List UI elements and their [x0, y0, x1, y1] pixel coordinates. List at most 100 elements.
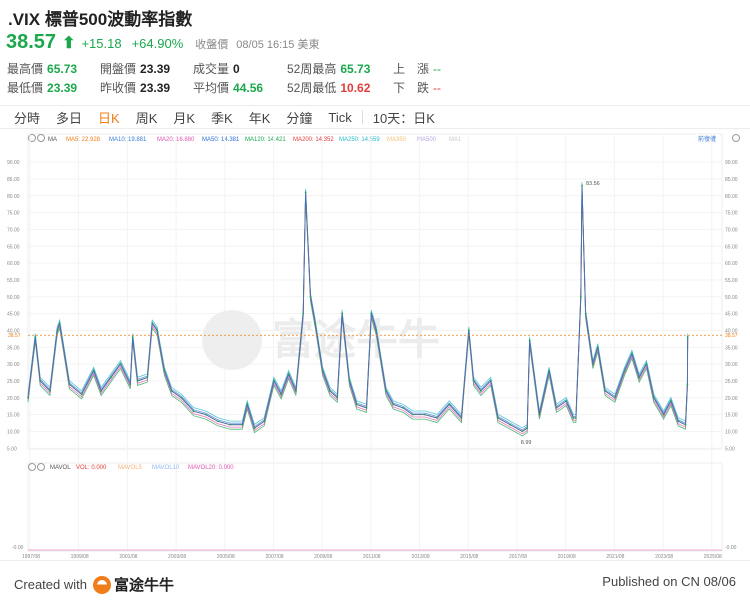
peak-annotation: 83.56 [586, 181, 600, 187]
stat-9: 下 跌 -- [393, 79, 441, 96]
tab-8[interactable]: Tick [320, 110, 359, 125]
tab-5[interactable]: 季K [203, 108, 241, 127]
vix-point [480, 390, 482, 392]
vol-settings-icon[interactable] [37, 463, 45, 471]
vix-point [34, 336, 37, 339]
tab-9[interactable]: 10天：日K [365, 108, 443, 127]
vix-point [309, 295, 312, 298]
tab-0[interactable]: 分時 [6, 108, 48, 127]
vix-point [263, 420, 266, 423]
vix-point [68, 383, 71, 386]
ma-legend-item: MA1 [449, 137, 462, 143]
vix-point [538, 413, 541, 416]
y-tick-label-right: 90.00 [725, 160, 738, 166]
last-price: 38.57 [6, 31, 57, 53]
ma-legend-item: MA350 [387, 137, 407, 143]
stat-7: 平均價 44.56 [193, 79, 263, 96]
tab-7[interactable]: 分鐘 [278, 108, 320, 127]
vix-point [548, 369, 550, 372]
chart-menu-icon[interactable] [732, 134, 740, 142]
vix-point [596, 346, 599, 349]
ma-legend-item: MA50: 14.381 [202, 137, 240, 143]
vol-legend-item: VOL: 0.000 [76, 465, 107, 471]
vix-point [163, 369, 166, 372]
vix-point [662, 413, 665, 416]
vix-point [472, 380, 475, 382]
vix-point [287, 373, 290, 376]
timeframe-tabs: 分時 多日 日K 周K 月K 季K 年K 分鐘 Tick 10天：日K [0, 105, 750, 129]
settings-icon[interactable] [37, 134, 45, 142]
vix-point [497, 417, 499, 419]
adjusted-price-toggle[interactable]: 前復權 [698, 135, 716, 143]
vix-point [460, 417, 463, 419]
vix-point [204, 413, 207, 416]
stat-label: 下 跌 [393, 81, 430, 95]
vix-point [528, 339, 531, 342]
vix-point [575, 417, 577, 419]
y-tick-label-left: 85.00 [7, 177, 20, 183]
y-tick-label-right: 15.00 [725, 413, 738, 419]
vix-point [180, 396, 183, 399]
vix-point [109, 376, 112, 379]
vol-legend-item: MAVOL20: 0.000 [188, 465, 234, 471]
vix-point [151, 322, 154, 325]
vix-point [253, 427, 256, 429]
y-tick-label-right: 5.00 [725, 446, 735, 452]
y-tick-label-right: 60.00 [725, 261, 738, 267]
vix-point [136, 380, 139, 382]
up-arrow-icon: ⬆ [62, 35, 76, 52]
footer: Created with 富途牛牛 Published on CN 08/06 [0, 560, 750, 604]
vix-point [370, 312, 373, 315]
vix-point [579, 295, 582, 298]
vix-point [375, 329, 378, 332]
tab-3[interactable]: 周K [128, 108, 166, 127]
vix-point [39, 380, 42, 382]
y-tick-label-left: 20.00 [7, 396, 20, 402]
price-chart[interactable]: MA MA5: 22.928 MA10: 19.881 MA20: 16.880 MA5… [0, 130, 750, 560]
ma-legend-item: MA120: 14.421 [245, 137, 286, 143]
vix-point [321, 369, 324, 372]
tab-separator [361, 110, 363, 124]
y-tick-label-left: 30.00 [7, 362, 20, 368]
tab-1[interactable]: 多日 [48, 108, 90, 127]
vix-point [280, 393, 283, 396]
ma-legend-item: MA [48, 137, 57, 143]
futu-logo-text: 富途牛牛 [113, 577, 174, 594]
current-price-label-right: 38.57 [725, 333, 738, 339]
vol-panel-frame [27, 462, 723, 552]
vix-point [295, 390, 297, 392]
y-tick-label-left: 55.00 [7, 278, 20, 284]
price-change-pct: +64.90% [131, 36, 184, 51]
y-tick-label-right: 25.00 [725, 379, 738, 385]
y-tick-label-left: 70.00 [7, 227, 20, 233]
vol-legend-item: MAVOL5 [118, 465, 143, 471]
tab-4[interactable]: 月K [165, 108, 203, 127]
stat-label: 平均價 [193, 81, 230, 95]
vix-point [56, 329, 59, 332]
y-tick-label-left: 10.00 [7, 429, 20, 435]
vix-point [146, 376, 149, 379]
vix-point [686, 336, 689, 339]
vix-point [80, 393, 83, 396]
vol-axis-label-right: -0.00 [725, 545, 737, 551]
vix-point [365, 407, 368, 409]
ma-legend-item: MA200: 14.352 [293, 137, 334, 143]
vix-point [521, 430, 524, 433]
stat-value: 10.62 [340, 81, 371, 95]
vix-point [304, 191, 307, 194]
stat-label: 52周最低 [287, 81, 337, 95]
y-tick-label-left: 45.00 [7, 312, 20, 318]
stat-3: 52周最高 65.73 [287, 60, 370, 77]
stat-value: 23.39 [140, 81, 171, 95]
tab-6[interactable]: 年K [241, 108, 279, 127]
vix-point [584, 312, 587, 315]
vol-axis-label-left: -0.00 [12, 545, 24, 551]
y-tick-label-right: 65.00 [725, 244, 738, 250]
tab-2[interactable]: 日K [90, 108, 128, 127]
vix-point [131, 336, 134, 339]
vix-point [631, 353, 633, 355]
vix-point [355, 403, 358, 406]
stat-4: 上 漲 -- [393, 60, 441, 77]
stat-0: 最高價 65.73 [7, 60, 77, 77]
y-tick-label-right: 45.00 [725, 312, 738, 318]
